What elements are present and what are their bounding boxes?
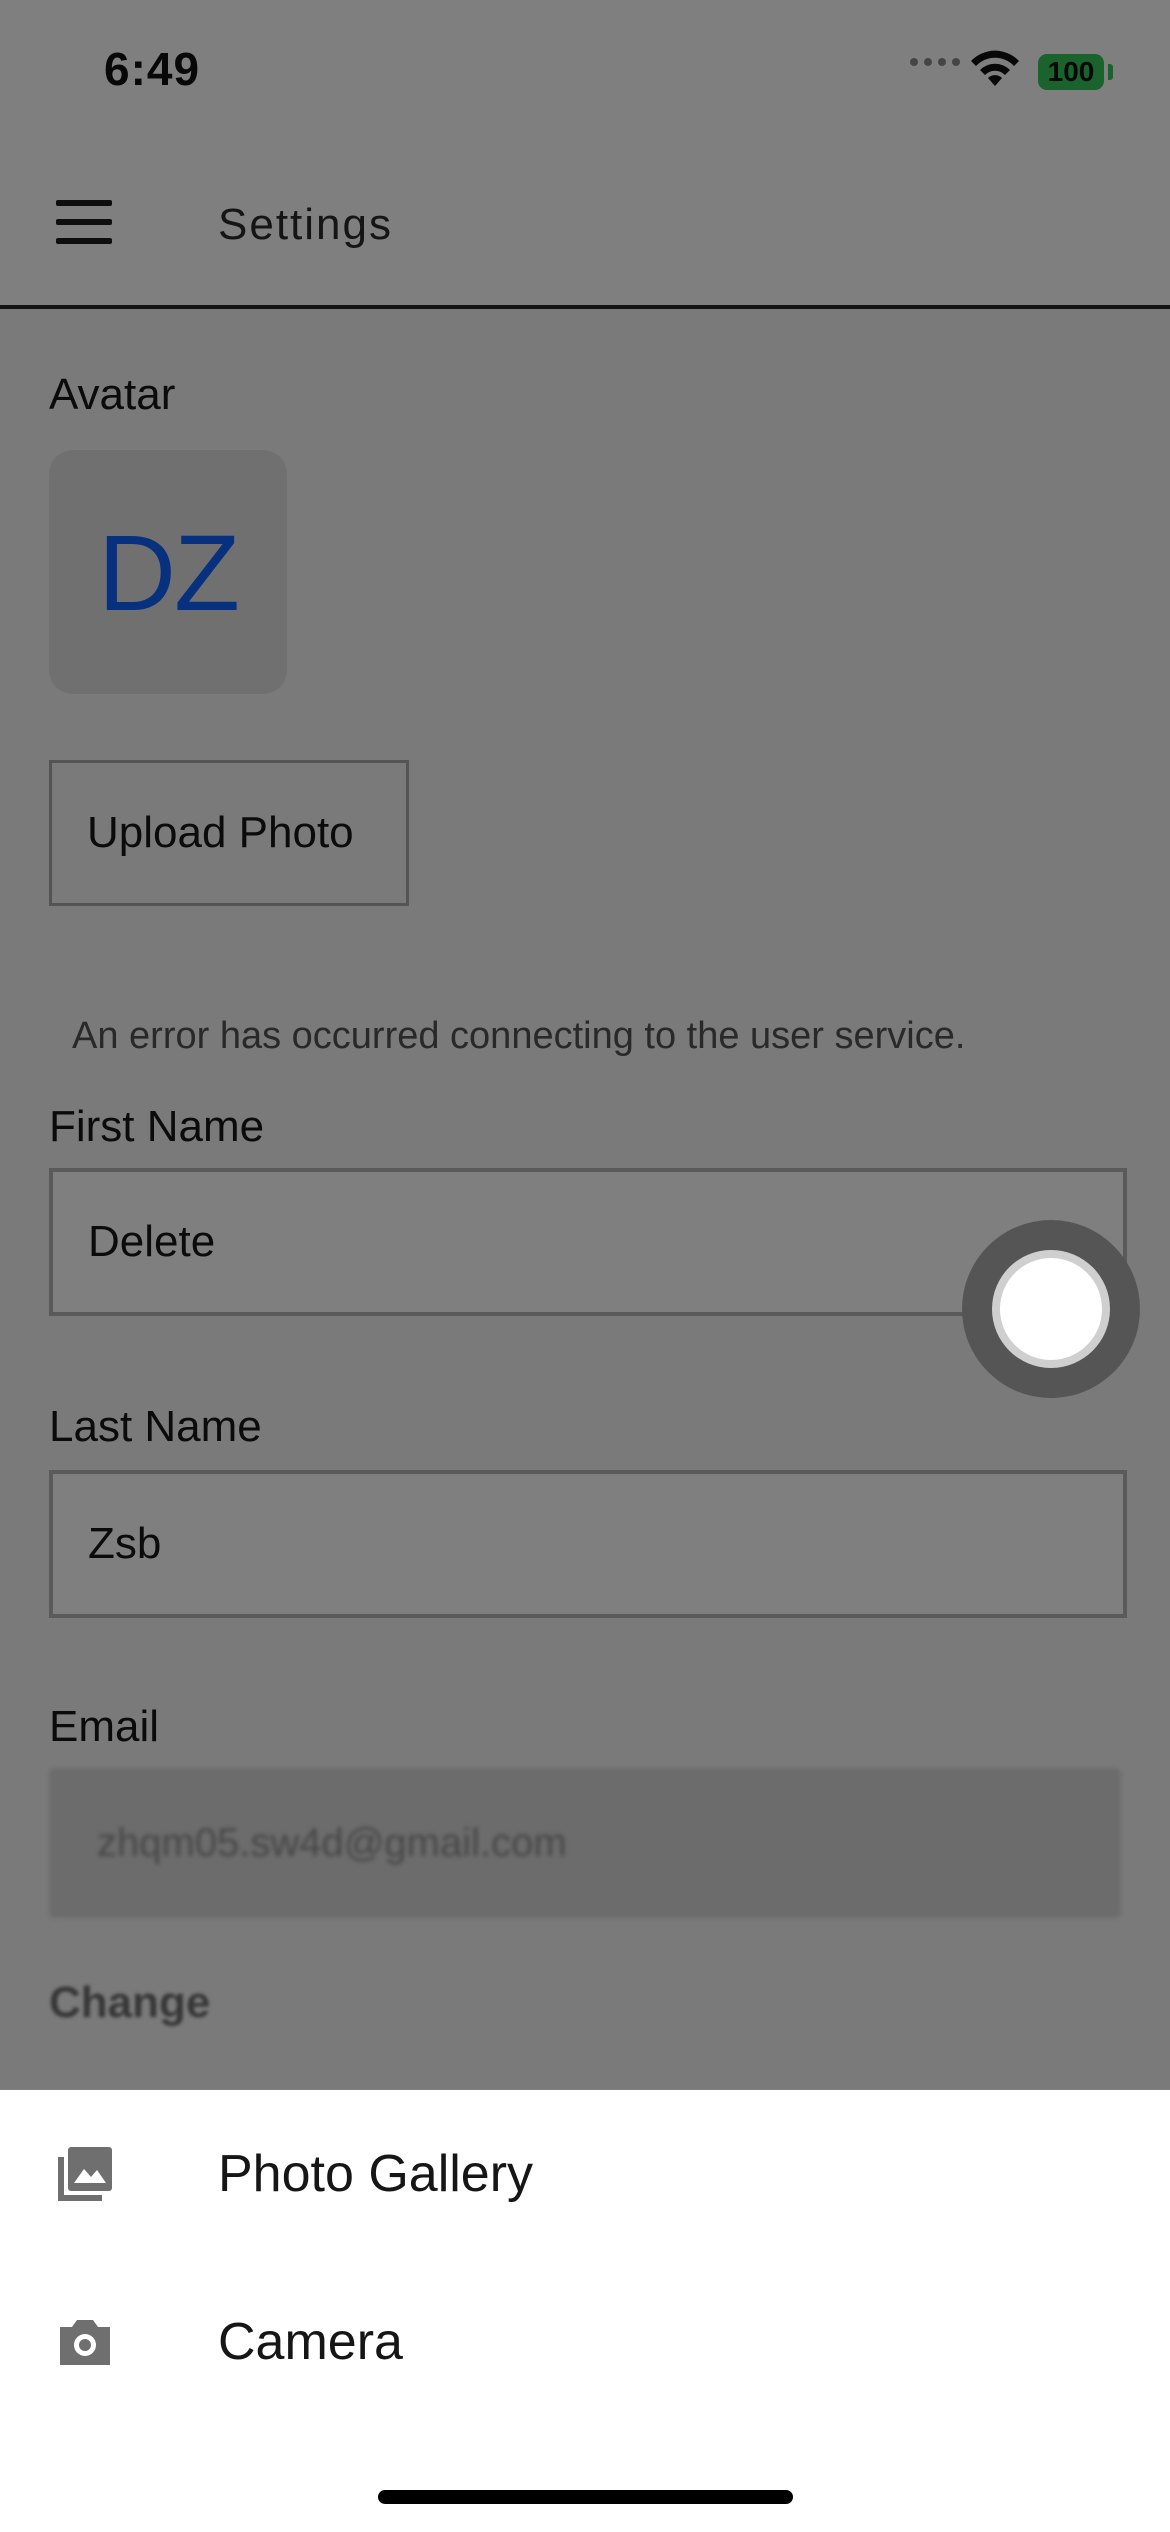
home-indicator[interactable] (378, 2490, 793, 2504)
modal-backdrop[interactable] (0, 0, 1170, 2090)
camera-option[interactable]: Camera (0, 2258, 1170, 2426)
camera-icon (60, 2320, 110, 2365)
touch-indicator-dot (1000, 1258, 1102, 1360)
camera-label: Camera (218, 2313, 403, 2371)
photo-gallery-label: Photo Gallery (218, 2145, 534, 2203)
action-sheet: Photo Gallery Camera (0, 2090, 1170, 2532)
photo-gallery-option[interactable]: Photo Gallery (0, 2090, 1170, 2258)
photo-gallery-icon (58, 2147, 112, 2201)
